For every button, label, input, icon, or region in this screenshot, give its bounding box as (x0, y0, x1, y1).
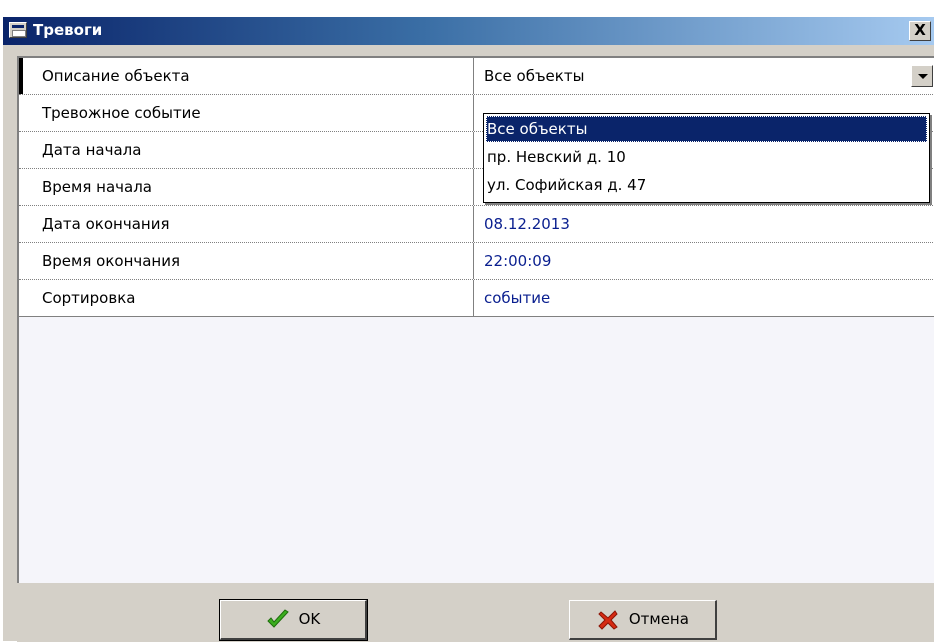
cancel-button-label: Отмена (628, 610, 689, 628)
ok-button-label: OK (298, 610, 321, 628)
ok-button[interactable]: OK (219, 599, 368, 641)
object-dropdown-list[interactable]: Все объекты пр. Невский д. 10 ул. Софийс… (483, 113, 930, 203)
combobox-value: Все объекты (484, 67, 585, 85)
button-bar: OK Отмена (17, 583, 934, 642)
dropdown-option[interactable]: Все объекты (486, 116, 927, 142)
property-name: Дата начала (19, 132, 474, 168)
cross-icon (598, 609, 618, 630)
property-row-end-date[interactable]: Дата окончания 08.12.2013 (19, 206, 934, 243)
dropdown-option[interactable]: пр. Невский д. 10 (484, 144, 929, 170)
chevron-down-icon[interactable] (911, 65, 933, 87)
sorting-value[interactable]: событие (475, 280, 934, 316)
property-name: Сортировка (19, 280, 474, 316)
object-description-combobox[interactable]: Все объекты (475, 58, 934, 94)
property-name: Дата окончания (19, 206, 474, 242)
property-row-sorting[interactable]: Сортировка событие (19, 280, 934, 317)
property-name: Время начала (19, 169, 474, 205)
cancel-button[interactable]: Отмена (569, 600, 717, 640)
dropdown-option[interactable]: ул. Софийская д. 47 (484, 172, 929, 198)
property-row-end-time[interactable]: Время окончания 22:00:09 (19, 243, 934, 280)
property-name: Тревожное событие (19, 95, 474, 131)
property-name: Описание объекта (19, 58, 474, 94)
window-title: Тревоги (33, 21, 103, 39)
alarms-dialog: Тревоги X Описание объекта Все объекты Т… (2, 16, 934, 642)
title-bar[interactable]: Тревоги X (3, 17, 934, 45)
close-button[interactable]: X (909, 21, 931, 41)
end-date-value[interactable]: 08.12.2013 (475, 206, 934, 242)
window-icon (9, 22, 27, 38)
checkmark-icon (267, 608, 289, 628)
property-name: Время окончания (19, 243, 474, 279)
property-row-object-description[interactable]: Описание объекта Все объекты (19, 58, 934, 95)
end-time-value[interactable]: 22:00:09 (475, 243, 934, 279)
